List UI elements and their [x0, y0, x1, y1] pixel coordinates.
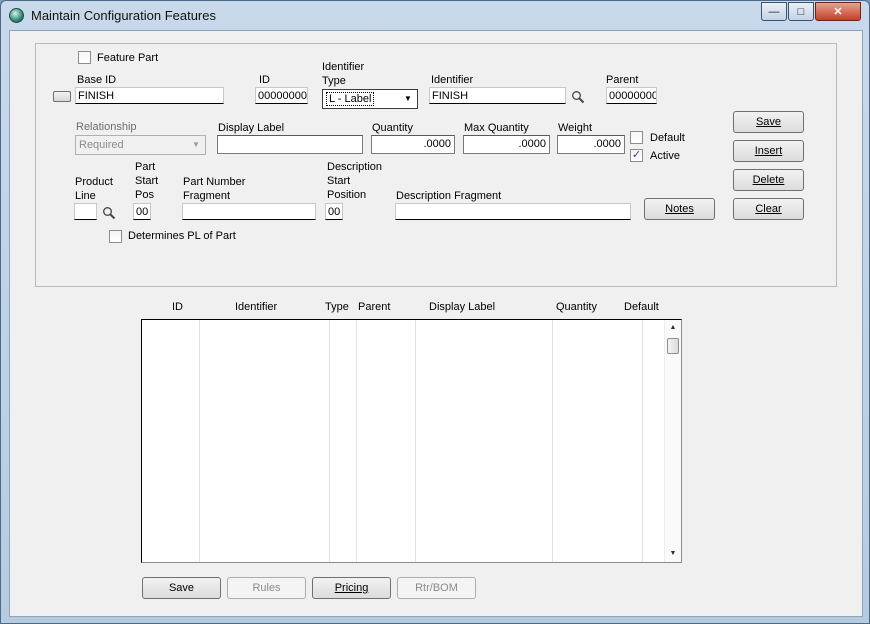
base-id-field[interactable]: FINISH [75, 87, 224, 104]
scroll-up-arrow-icon[interactable]: ▲ [665, 320, 681, 336]
rtr-bom-button[interactable]: Rtr/BOM [397, 577, 476, 599]
id-label: ID [259, 74, 270, 86]
part-start-pos-field[interactable]: 00 [133, 203, 151, 220]
identifier-label: Identifier [431, 74, 474, 86]
grid-column-quantity [553, 320, 643, 562]
desc-start-field[interactable]: 00 [325, 203, 343, 220]
description-fragment-label: Description Fragment [396, 190, 502, 202]
description-fragment-field[interactable] [395, 203, 631, 220]
base-id-label: Base ID [77, 74, 117, 86]
grid-column-id [142, 320, 200, 562]
features-grid[interactable]: ▲ ▼ [141, 319, 682, 563]
product-line-label-line1: Product [75, 176, 113, 188]
determines-pl-checkbox[interactable] [109, 230, 122, 243]
relationship-label: Relationship [76, 121, 137, 133]
pricing-button[interactable]: Pricing [312, 577, 391, 599]
grid-column-parent [357, 320, 416, 562]
clear-button[interactable]: Clear [733, 198, 804, 220]
bottom-save-button[interactable]: Save [142, 577, 221, 599]
chevron-down-icon: ▼ [192, 140, 200, 149]
parent-field[interactable]: 00000000 [606, 87, 657, 104]
delete-button-label: Delete [752, 174, 785, 186]
feature-part-checkbox[interactable] [78, 51, 91, 64]
product-line-label-line2: Line [75, 190, 96, 202]
scroll-down-arrow-icon[interactable]: ▼ [665, 546, 681, 562]
parent-label: Parent [606, 74, 639, 86]
bottom-save-button-label: Save [168, 582, 195, 594]
column-header-quantity[interactable]: Quantity [556, 301, 597, 313]
column-header-default[interactable]: Default [624, 301, 659, 313]
save-button[interactable]: Save [733, 111, 804, 133]
determines-pl-label: Determines PL of Part [128, 230, 236, 242]
notes-button-label: Notes [665, 203, 694, 215]
column-header-identifier[interactable]: Identifier [235, 301, 277, 313]
rtr-bom-button-label: Rtr/BOM [415, 582, 458, 594]
title-bar[interactable]: Maintain Configuration Features — □ ✕ [1, 1, 869, 29]
grid-column-default [643, 320, 664, 562]
part-number-fragment-label-line2: Fragment [183, 190, 231, 202]
rules-button[interactable]: Rules [227, 577, 306, 599]
part-number-fragment-field[interactable] [182, 203, 316, 220]
default-checkbox[interactable] [630, 131, 643, 144]
part-number-fragment-label-line1: Part Number [183, 176, 246, 188]
product-line-field[interactable] [74, 203, 97, 220]
insert-button-label: Insert [754, 145, 783, 157]
column-header-parent[interactable]: Parent [358, 301, 390, 313]
delete-button[interactable]: Delete [733, 169, 804, 191]
grid-column-display-label [416, 320, 553, 562]
desc-start-label-line1: Description [327, 161, 383, 173]
part-start-pos-label-line3: Pos [135, 189, 154, 201]
close-button[interactable]: ✕ [815, 2, 861, 21]
max-quantity-field[interactable]: .0000 [463, 135, 550, 154]
chevron-down-icon: ▼ [404, 94, 412, 103]
active-checkbox[interactable]: ✓ [630, 149, 643, 162]
product-line-search-icon[interactable] [102, 206, 116, 220]
column-header-type[interactable]: Type [325, 301, 349, 313]
column-header-display-label[interactable]: Display Label [429, 301, 495, 313]
max-quantity-label: Max Quantity [464, 122, 529, 134]
identifier-type-select[interactable]: L - Label ▼ [322, 89, 418, 109]
identifier-type-value: L - Label [326, 92, 375, 106]
grid-vertical-scrollbar[interactable]: ▲ ▼ [664, 320, 681, 562]
display-label-field[interactable] [217, 135, 363, 154]
scroll-thumb[interactable] [667, 338, 679, 354]
client-area: Feature Part Base ID FINISH ID 00000000 … [9, 30, 863, 617]
feature-part-label: Feature Part [97, 52, 159, 64]
main-window: Maintain Configuration Features — □ ✕ Fe… [0, 0, 870, 624]
grid-column-type [330, 320, 357, 562]
maximize-button[interactable]: □ [788, 2, 814, 21]
grid-column-identifier [200, 320, 330, 562]
identifier-search-icon[interactable] [571, 90, 585, 104]
weight-label: Weight [558, 122, 593, 134]
base-id-lookup-button[interactable] [53, 91, 71, 102]
rules-button-label: Rules [252, 582, 281, 594]
identifier-type-label-line2: Type [322, 75, 346, 87]
desc-start-label-line2: Start [327, 175, 351, 187]
notes-button[interactable]: Notes [644, 198, 715, 220]
identifier-field[interactable]: FINISH [429, 87, 566, 104]
part-start-pos-label-line1: Part [135, 161, 156, 173]
part-start-pos-label-line2: Start [135, 175, 159, 187]
relationship-select[interactable]: Required ▼ [75, 135, 206, 155]
active-label: Active [650, 150, 680, 162]
save-button-label: Save [755, 116, 782, 128]
default-label: Default [650, 132, 685, 144]
minimize-button[interactable]: — [761, 2, 787, 21]
desc-start-label-line3: Position [327, 189, 367, 201]
window-title: Maintain Configuration Features [31, 8, 216, 23]
column-header-id[interactable]: ID [172, 301, 183, 313]
app-globe-icon [9, 8, 24, 23]
pricing-button-label: Pricing [334, 582, 369, 594]
id-field[interactable]: 00000000 [255, 87, 308, 104]
identifier-type-label-line1: Identifier [322, 61, 365, 73]
display-label-label: Display Label [218, 122, 285, 134]
quantity-label: Quantity [372, 122, 413, 134]
clear-button-label: Clear [755, 203, 782, 215]
relationship-value: Required [79, 139, 124, 151]
insert-button[interactable]: Insert [733, 140, 804, 162]
quantity-field[interactable]: .0000 [371, 135, 455, 154]
weight-field[interactable]: .0000 [557, 135, 625, 154]
